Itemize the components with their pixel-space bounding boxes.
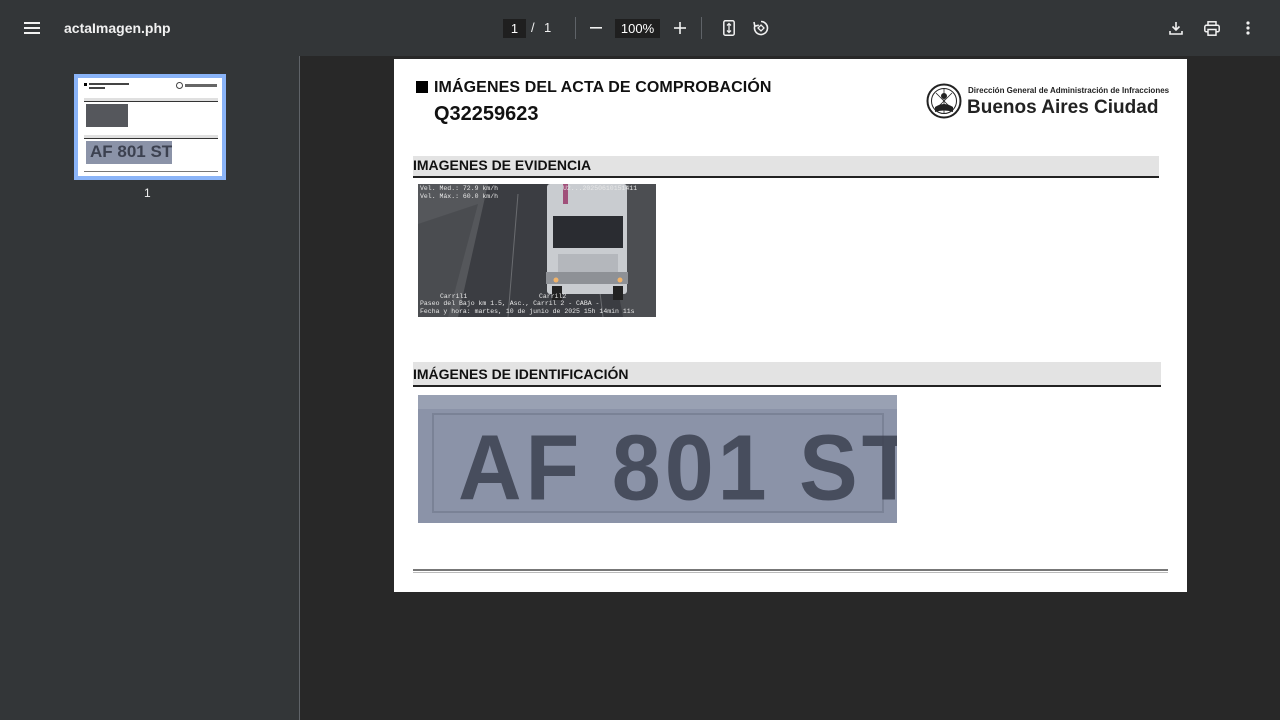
page-separator: / [531,20,535,35]
document-title: actaImagen.php [64,20,171,36]
buenos-aires-logo: Dirección General de Administración de I… [926,79,1170,125]
datetime-text: Fecha y hora: martes, 10 de junio de 202… [420,308,635,315]
pdf-toolbar: actaImagen.php 1 / 1 100% [0,0,1280,56]
footer-rule [413,569,1168,571]
section-title-evidence: IMAGENES DE EVIDENCIA [413,157,592,173]
pdf-page: IMÁGENES DEL ACTA DE COMPROBACIÓN Q32259… [394,59,1187,592]
acta-code: Q32259623 [434,103,539,125]
zoom-input[interactable]: 100% [615,19,660,38]
lane2-text: Carril2 [539,293,567,300]
document-heading: IMÁGENES DEL ACTA DE COMPROBACIÓN [434,79,772,96]
toolbar-divider [575,17,576,39]
evidence-photo: Vel. Med.: 72.9 km/h Vel. Máx.: 60.0 km/… [418,184,656,317]
lane1-text: Carril1 [440,293,468,300]
device-id-text: U2...20250610151411 [563,185,638,192]
zoom-in-icon[interactable] [664,12,696,44]
page-number-input[interactable]: 1 [503,19,526,38]
rotate-icon[interactable] [745,12,777,44]
more-options-icon[interactable] [1232,12,1264,44]
page-total: 1 [544,20,552,35]
thumbnail-sidebar: AF 801 ST 1 [0,56,300,720]
plate-top-strip [418,395,897,409]
speed-measured-text: Vel. Med.: 72.9 km/h [420,185,499,192]
download-icon[interactable] [1160,12,1192,44]
toolbar-divider [701,17,702,39]
logo-title: Buenos Aires Ciudad [967,97,1159,118]
thumbnail-plate-text: AF 801 ST [90,142,172,161]
logo-subtitle: Dirección General de Administración de I… [968,86,1170,95]
location-text: Paseo del Bajo km 1.5, Asc., Carril 2 - … [420,300,600,307]
identification-section-header: IMÁGENES DE IDENTIFICACIÓN [413,362,1161,387]
plate-number: AF 801 ST [458,415,897,520]
thumbnail-page-preview: AF 801 ST [78,78,222,176]
menu-icon[interactable] [16,12,48,44]
fit-page-icon[interactable] [713,12,745,44]
city-seal-icon [926,83,962,119]
license-plate-photo: AF 801 ST [418,395,897,523]
zoom-out-icon[interactable] [580,12,612,44]
page-thumbnail[interactable]: AF 801 ST [74,74,226,180]
section-title-identification: IMÁGENES DE IDENTIFICACIÓN [413,366,629,382]
evidence-section-header: IMAGENES DE EVIDENCIA [413,156,1159,178]
print-icon[interactable] [1196,12,1228,44]
speed-max-text: Vel. Máx.: 60.0 km/h [420,193,499,200]
thumbnail-page-number: 1 [144,186,151,200]
heading-bullet [416,81,428,93]
footer-rule-secondary [413,572,1168,573]
